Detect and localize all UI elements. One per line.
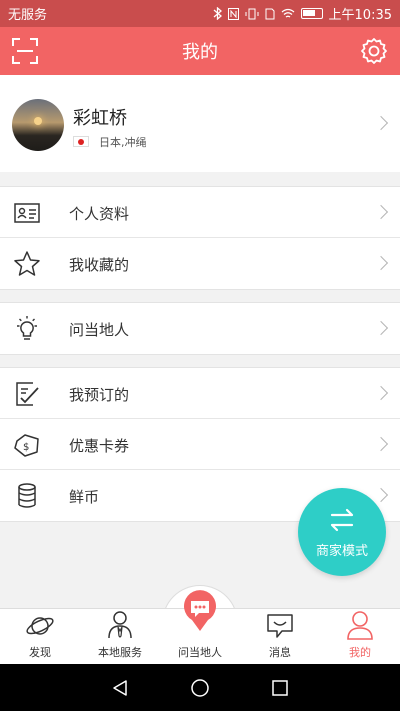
menu-item-label: 我预订的 (69, 386, 130, 404)
svg-text:$: $ (23, 442, 29, 453)
home-icon[interactable] (190, 678, 210, 698)
user-icon (347, 611, 373, 640)
menu-item-favorites[interactable]: 我收藏的 (0, 238, 400, 289)
wifi-icon (281, 8, 294, 18)
menu-item-label: 鲜币 (69, 488, 100, 506)
lightbulb-icon (17, 316, 37, 340)
avatar[interactable] (12, 99, 64, 151)
chat-pin-icon (184, 590, 216, 631)
clock-text: 上午10:35 (328, 8, 392, 23)
menu-item-label: 个人资料 (69, 205, 130, 223)
sim-icon (265, 8, 275, 19)
profile-card[interactable]: 彩虹桥 日本,冲绳 (0, 75, 400, 172)
chevron-right-icon (373, 115, 389, 131)
chevron-right-icon (373, 487, 389, 503)
chevron-right-icon (373, 436, 389, 452)
menu-item-ask-locals[interactable]: 问当地人 (0, 303, 400, 354)
menu-item-label: 优惠卡券 (69, 437, 130, 455)
back-icon[interactable] (111, 679, 129, 697)
tab-label: 消息 (269, 646, 291, 659)
tab-discover[interactable]: 发现 (0, 609, 80, 664)
menu-item-bookings[interactable]: 我预订的 (0, 368, 400, 419)
tab-label: 我的 (349, 646, 371, 659)
coupon-icon: $ (14, 434, 39, 457)
carrier-text: 无服务 (8, 8, 48, 23)
message-icon (267, 614, 293, 638)
bluetooth-icon (213, 7, 222, 20)
tab-label: 本地服务 (98, 646, 142, 659)
menu-item-label: 我收藏的 (69, 256, 130, 274)
menu-item-label: 问当地人 (69, 321, 130, 339)
tab-me[interactable]: 我的 (320, 609, 400, 664)
tab-label: 问当地人 (178, 646, 222, 659)
status-bar: 无服务 上午10:35 (0, 0, 400, 27)
header: 我的 (0, 27, 400, 75)
star-icon (14, 251, 40, 276)
menu-group-ask: 问当地人 (0, 302, 400, 355)
system-nav-bar (0, 664, 400, 711)
chevron-right-icon (373, 255, 389, 271)
bottom-tab-bar: 发现 本地服务 问当地人 消息 我的 (0, 590, 400, 664)
person-icon (108, 611, 132, 639)
tab-local-services[interactable]: 本地服务 (80, 609, 160, 664)
chevron-right-icon (373, 204, 389, 220)
recents-icon[interactable] (271, 679, 289, 697)
checklist-icon (16, 382, 39, 406)
merchant-mode-button[interactable]: 商家模式 (298, 488, 386, 576)
profile-location: 日本,冲绳 (99, 136, 147, 149)
merchant-mode-label: 商家模式 (315, 544, 368, 559)
vibrate-icon (245, 8, 259, 19)
coins-icon (18, 483, 36, 508)
id-card-icon (14, 203, 40, 223)
tab-messages[interactable]: 消息 (240, 609, 320, 664)
menu-item-profile[interactable]: 个人资料 (0, 187, 400, 238)
scan-icon[interactable] (12, 38, 38, 64)
switch-arrows-icon (330, 508, 354, 532)
menu-group-account: 个人资料 我收藏的 (0, 186, 400, 290)
japan-flag-icon (73, 136, 89, 147)
menu-item-coupons[interactable]: $ 优惠卡券 (0, 419, 400, 470)
chevron-right-icon (373, 320, 389, 336)
chevron-right-icon (373, 385, 389, 401)
tab-label: 发现 (29, 646, 51, 659)
profile-name: 彩虹桥 (73, 108, 127, 129)
page-title: 我的 (182, 42, 218, 63)
nfc-icon (227, 7, 239, 20)
planet-icon (26, 617, 54, 635)
tab-ask-locals[interactable]: 问当地人 (160, 590, 240, 664)
gear-icon[interactable] (360, 37, 388, 65)
battery-icon (300, 8, 323, 19)
